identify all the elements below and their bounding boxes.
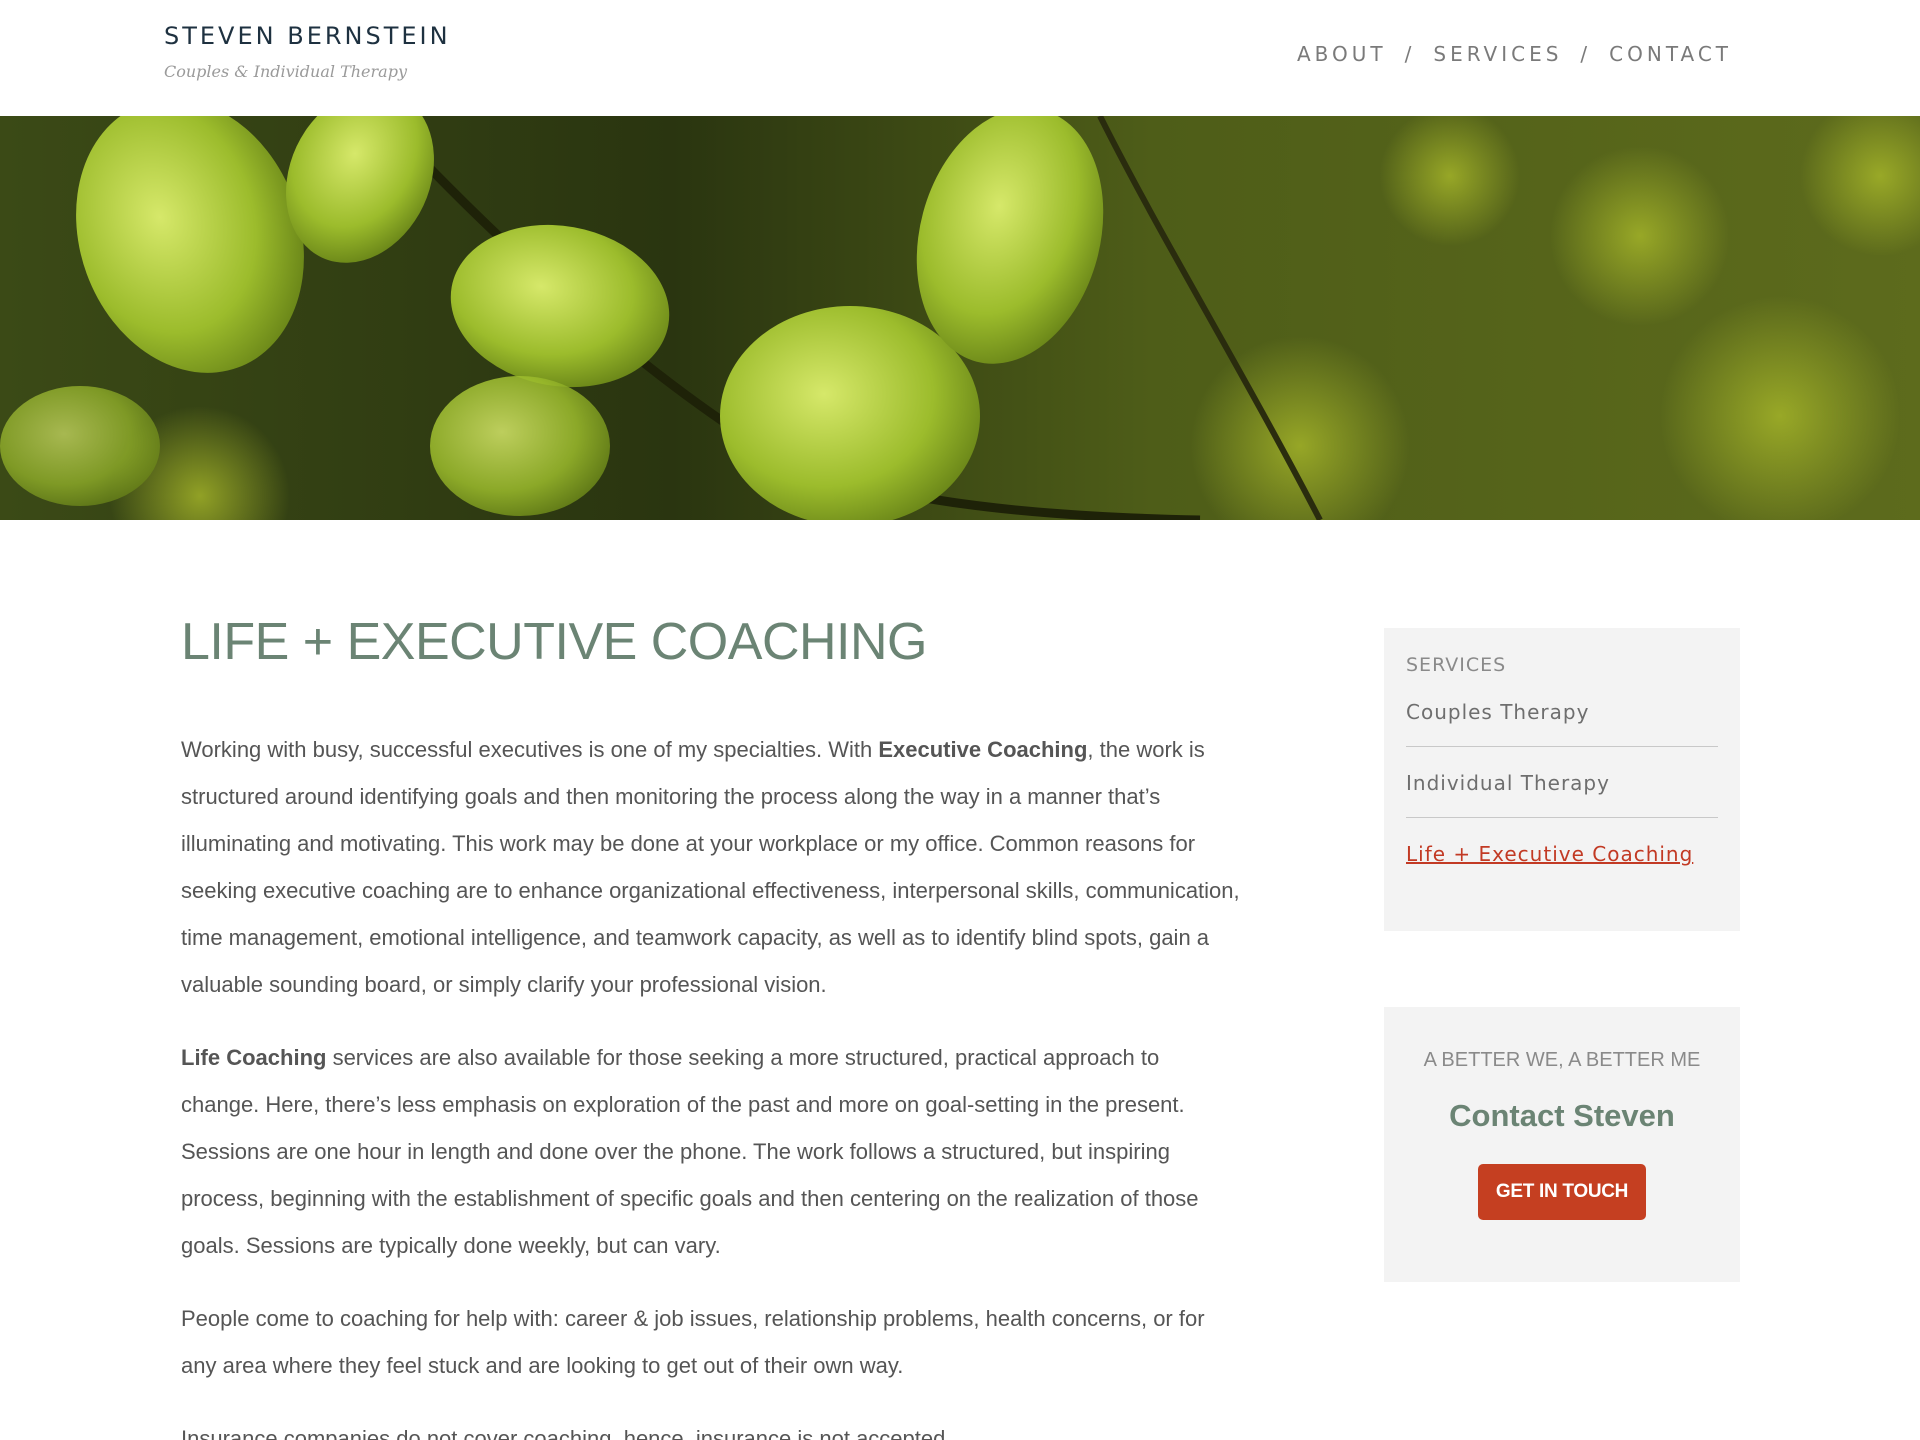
paragraph-bold: Life Coaching [181,1045,327,1070]
executive-coaching-paragraph: Working with busy, successful executives… [181,726,1241,1008]
brand-logo[interactable]: STEVEN BERNSTEIN Couples & Individual Th… [164,22,451,81]
main-content: LIFE + EXECUTIVE COACHING Working with b… [181,612,1261,1440]
sidebar-item-life-executive-coaching[interactable]: Life + Executive Coaching [1406,818,1718,888]
page-title: LIFE + EXECUTIVE COACHING [181,613,928,671]
insurance-paragraph: Insurance companies do not cover coachin… [181,1426,952,1440]
paragraph-text: , the work is structured around identify… [181,737,1240,997]
paragraph-bold: Executive Coaching [878,737,1088,762]
nav-contact[interactable]: CONTACT [1609,42,1732,66]
paragraph-text: Working with busy, successful executives… [181,737,879,762]
hero-image [0,116,1920,520]
nav-about[interactable]: ABOUT [1297,42,1387,66]
brand-tagline: Couples & Individual Therapy [164,62,407,81]
site-header: STEVEN BERNSTEIN Couples & Individual Th… [0,0,1920,116]
contact-kicker: A BETTER WE, A BETTER ME [1423,1049,1701,1071]
contact-card: A BETTER WE, A BETTER ME Contact Steven … [1384,1007,1740,1282]
nav-separator: / [1404,42,1412,66]
services-heading: SERVICES [1406,654,1507,676]
hero-leaves-illustration [0,116,1920,520]
nav-services[interactable]: SERVICES [1433,42,1562,66]
life-coaching-paragraph: Life Coaching services are also availabl… [181,1034,1241,1269]
get-in-touch-button[interactable]: GET IN TOUCH [1477,1164,1647,1220]
nav-separator: / [1580,42,1588,66]
brand-name: STEVEN BERNSTEIN [164,22,451,50]
sidebar-item-individual-therapy[interactable]: Individual Therapy [1406,747,1718,818]
coaching-reasons-paragraph: People come to coaching for help with: c… [181,1306,1205,1378]
paragraph-text: services are also available for those se… [181,1045,1199,1258]
services-sidebar: SERVICES Couples Therapy Individual Ther… [1384,628,1740,931]
sidebar-item-couples-therapy[interactable]: Couples Therapy [1406,676,1718,747]
contact-title: Contact Steven [1449,1098,1675,1133]
main-nav: ABOUT / SERVICES / CONTACT [1297,42,1732,66]
